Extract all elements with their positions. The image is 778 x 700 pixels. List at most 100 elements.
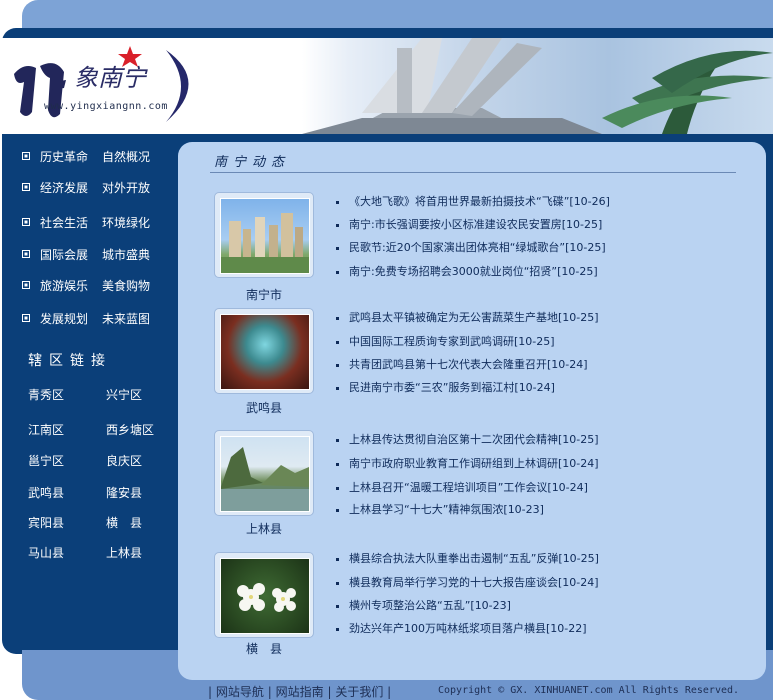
nav-link-opening[interactable]: 对外开放 bbox=[102, 179, 150, 196]
news-item-link[interactable]: 上林县学习“十七大”精神氛围浓[10-23] bbox=[349, 503, 544, 516]
nav-row-6: 发展规划 未来蓝图 bbox=[22, 308, 150, 328]
thumbnail-nanning[interactable] bbox=[214, 192, 314, 278]
bullet-icon bbox=[336, 581, 339, 585]
nav-row-1: 历史革命 自然概况 bbox=[22, 146, 150, 166]
news-item-link[interactable]: 南宁:市长强调要按小区标准建设农民安置房[10-25] bbox=[349, 218, 602, 231]
thumbnail-caption-wuming: 武鸣县 bbox=[245, 401, 282, 415]
news-item[interactable]: 横州专项整治公路“五乱”[10-23] bbox=[336, 597, 511, 613]
news-item[interactable]: 南宁市政府职业教育工作调研组到上林调研[10-24] bbox=[336, 455, 599, 471]
footer-navigation: | 网站导航 | 网站指南 | 关于我们 | bbox=[208, 683, 391, 700]
bullet-icon bbox=[336, 462, 339, 466]
thumbnail-caption-nanning: 南宁市 bbox=[245, 288, 282, 302]
news-item-link[interactable]: 横县教育局举行学习党的十七大报告座谈会[10-24] bbox=[349, 576, 599, 589]
svg-text:象南宁: 象南宁 bbox=[74, 64, 148, 92]
news-item[interactable]: 上林县学习“十七大”精神氛围浓[10-23] bbox=[336, 501, 544, 517]
region-link-liangqing[interactable]: 良庆区 bbox=[106, 452, 142, 469]
bullet-icon bbox=[336, 557, 339, 561]
footer-link-site-map[interactable]: 网站导航 bbox=[216, 685, 264, 699]
bullet-icon bbox=[22, 183, 30, 191]
region-links-title: 辖区链接 bbox=[28, 353, 112, 369]
nav-row-2: 经济发展 对外开放 bbox=[22, 177, 150, 197]
footer-link-about-us[interactable]: 关于我们 bbox=[335, 685, 383, 699]
nav-link-economy[interactable]: 经济发展 bbox=[40, 179, 102, 196]
thumbnail-wuming[interactable] bbox=[214, 308, 314, 394]
stadium-image bbox=[302, 38, 773, 134]
news-item[interactable]: 南宁:市长强调要按小区标准建设农民安置房[10-25] bbox=[336, 216, 602, 232]
news-item-link[interactable]: 横县综合执法大队重拳出击遏制“五乱”反弹[10-25] bbox=[349, 552, 599, 565]
region-link-shanglin[interactable]: 上林县 bbox=[106, 544, 142, 561]
bullet-icon bbox=[22, 218, 30, 226]
flower-icon bbox=[237, 583, 296, 612]
news-item[interactable]: 《大地飞歌》将首用世界最新拍摄技术“飞碟”[10-26] bbox=[336, 193, 610, 209]
news-item[interactable]: 共青团武鸣县第十七次代表大会隆重召开[10-24] bbox=[336, 356, 588, 372]
title-divider bbox=[210, 172, 736, 173]
bullet-icon bbox=[336, 340, 339, 344]
region-link-hengxian[interactable]: 横 县 bbox=[106, 514, 142, 531]
footer-separator: | bbox=[327, 685, 332, 699]
region-link-yongning[interactable]: 邕宁区 bbox=[28, 452, 64, 469]
region-link-xingning[interactable]: 兴宁区 bbox=[106, 386, 142, 403]
region-link-wuming[interactable]: 武鸣县 bbox=[28, 484, 64, 501]
nav-link-history[interactable]: 历史革命 bbox=[40, 148, 102, 165]
news-item[interactable]: 中国国际工程质询专家到武鸣调研[10-25] bbox=[336, 333, 555, 349]
nav-link-food[interactable]: 美食购物 bbox=[102, 277, 150, 294]
news-item[interactable]: 横县教育局举行学习党的十七大报告座谈会[10-24] bbox=[336, 574, 599, 590]
news-panel: 南宁动态 南宁市 武鸣县 上林县 横 县 《大地飞歌》将首用世界最新拍摄技术“飞… bbox=[178, 142, 766, 680]
nav-link-planning[interactable]: 发展规划 bbox=[40, 310, 102, 327]
bullet-icon bbox=[336, 200, 339, 204]
news-item-link[interactable]: 上林县传达贯彻自治区第十二次团代会精神[10-25] bbox=[349, 433, 599, 446]
news-item-link[interactable]: 南宁:免费专场招聘会3000就业岗位“招贤”[10-25] bbox=[349, 265, 598, 278]
bullet-icon bbox=[336, 316, 339, 320]
nav-row-4: 国际会展 城市盛典 bbox=[22, 244, 150, 264]
news-item-link[interactable]: 劲达兴年产100万吨林纸浆项目落户横县[10-22] bbox=[349, 622, 587, 635]
skyline-icon bbox=[221, 213, 309, 273]
news-item[interactable]: 民歌节:近20个国家演出团体亮相“绿城歌台”[10-25] bbox=[336, 239, 606, 255]
news-item[interactable]: 上林县召开“温暖工程培训项目”工作会议[10-24] bbox=[336, 479, 588, 495]
logo-url: www.yingxiangnn.com bbox=[44, 101, 168, 112]
bullet-icon bbox=[336, 363, 339, 367]
bullet-icon bbox=[336, 508, 339, 512]
region-link-mashan[interactable]: 马山县 bbox=[28, 544, 64, 561]
region-link-jiangnan[interactable]: 江南区 bbox=[28, 421, 64, 438]
region-link-qingxiu[interactable]: 青秀区 bbox=[28, 386, 64, 403]
news-item-link[interactable]: 南宁市政府职业教育工作调研组到上林调研[10-24] bbox=[349, 457, 599, 470]
news-panel-title: 南宁动态 bbox=[214, 155, 291, 170]
news-item-link[interactable]: 武鸣县太平镇被确定为无公害蔬菜生产基地[10-25] bbox=[349, 311, 599, 324]
region-link-longan[interactable]: 隆安县 bbox=[106, 484, 142, 501]
bullet-icon bbox=[336, 604, 339, 608]
footer-link-site-guide[interactable]: 网站指南 bbox=[276, 685, 324, 699]
news-item-link[interactable]: 中国国际工程质询专家到武鸣调研[10-25] bbox=[349, 335, 555, 348]
nav-link-future[interactable]: 未来蓝图 bbox=[102, 310, 150, 327]
news-item-link[interactable]: 民进南宁市委“三农”服务到福江村[10-24] bbox=[349, 381, 555, 394]
bullet-icon bbox=[336, 270, 339, 274]
nav-link-environment[interactable]: 环境绿化 bbox=[102, 214, 150, 231]
news-item[interactable]: 武鸣县太平镇被确定为无公害蔬菜生产基地[10-25] bbox=[336, 309, 599, 325]
news-item[interactable]: 民进南宁市委“三农”服务到福江村[10-24] bbox=[336, 379, 555, 395]
news-item[interactable]: 南宁:免费专场招聘会3000就业岗位“招贤”[10-25] bbox=[336, 263, 598, 279]
news-item-link[interactable]: 共青团武鸣县第十七次代表大会隆重召开[10-24] bbox=[349, 358, 588, 371]
nav-link-festival[interactable]: 城市盛典 bbox=[102, 246, 150, 263]
bullet-icon bbox=[22, 250, 30, 258]
nav-link-nature[interactable]: 自然概况 bbox=[102, 148, 150, 165]
nav-link-expo[interactable]: 国际会展 bbox=[40, 246, 102, 263]
region-link-binyang[interactable]: 宾阳县 bbox=[28, 514, 64, 531]
river-landscape-image bbox=[220, 436, 310, 512]
thumbnail-shanglin[interactable] bbox=[214, 430, 314, 516]
nav-link-tourism[interactable]: 旅游娱乐 bbox=[40, 277, 102, 294]
nav-link-society[interactable]: 社会生活 bbox=[40, 214, 102, 231]
nav-row-3: 社会生活 环境绿化 bbox=[22, 212, 150, 232]
thumbnail-caption-shanglin: 上林县 bbox=[245, 522, 282, 536]
region-link-xixiangtang[interactable]: 西乡塘区 bbox=[106, 421, 154, 438]
news-item[interactable]: 上林县传达贯彻自治区第十二次团代会精神[10-25] bbox=[336, 431, 599, 447]
bullet-icon bbox=[336, 246, 339, 250]
site-logo: 象南宁 bbox=[14, 46, 189, 122]
news-item-link[interactable]: 《大地飞歌》将首用世界最新拍摄技术“飞碟”[10-26] bbox=[349, 195, 610, 208]
mountain-icon bbox=[221, 447, 309, 511]
thumbnail-hengxian[interactable] bbox=[214, 552, 314, 638]
news-item[interactable]: 横县综合执法大队重拳出击遏制“五乱”反弹[10-25] bbox=[336, 550, 599, 566]
news-item-link[interactable]: 上林县召开“温暖工程培训项目”工作会议[10-24] bbox=[349, 481, 588, 494]
copyright-text: Copyright © GX. XINHUANET.com All Rights… bbox=[438, 685, 740, 696]
news-item-link[interactable]: 民歌节:近20个国家演出团体亮相“绿城歌台”[10-25] bbox=[349, 241, 606, 254]
news-item[interactable]: 劲达兴年产100万吨林纸浆项目落户横县[10-22] bbox=[336, 620, 587, 636]
news-item-link[interactable]: 横州专项整治公路“五乱”[10-23] bbox=[349, 599, 511, 612]
